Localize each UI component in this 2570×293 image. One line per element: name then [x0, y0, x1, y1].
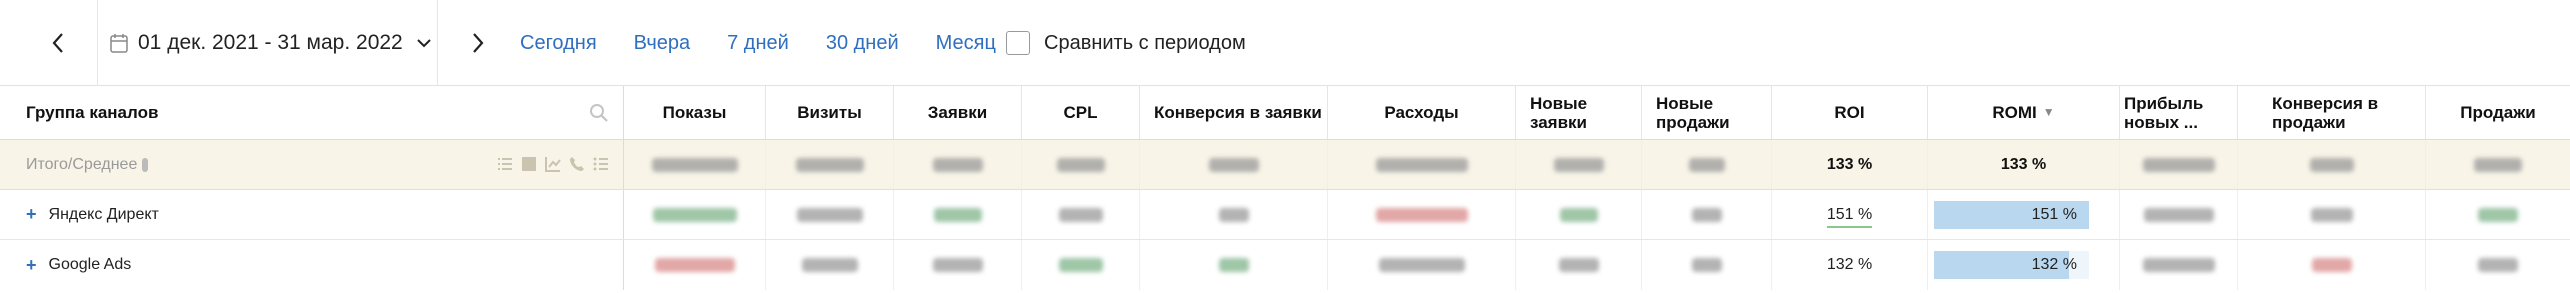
- cell-new-requests: [1516, 240, 1642, 290]
- total-new-requests: [1516, 140, 1642, 189]
- cell-requests: [894, 190, 1022, 239]
- cell-conversion-requests: [1140, 240, 1328, 290]
- cell-visits: [766, 240, 894, 290]
- cell-new-sales: [1642, 240, 1772, 290]
- quick-period-links: Сегодня Вчера 7 дней 30 дней Месяц: [520, 0, 1033, 86]
- table-row-total: Итого/Среднее 133 % 133 %: [0, 140, 2570, 190]
- total-expenses: [1328, 140, 1516, 189]
- link-30-days[interactable]: 30 дней: [826, 32, 899, 55]
- header-new-sales[interactable]: Новые продажи: [1642, 86, 1772, 139]
- total-conversion-requests: [1140, 140, 1328, 189]
- channels-table: Группа каналов Показы Визиты Заявки CPL …: [0, 86, 2570, 293]
- total-shows: [624, 140, 766, 189]
- total-conversion-sales: [2238, 140, 2426, 189]
- date-range-text: 01 дек. 2021 - 31 мар. 2022: [138, 31, 403, 54]
- paperclip-icon: [142, 157, 149, 172]
- link-7-days[interactable]: 7 дней: [727, 32, 789, 55]
- cell-roi: 132 %: [1772, 240, 1928, 290]
- total-cpl: [1022, 140, 1140, 189]
- cell-requests: [894, 240, 1022, 290]
- expand-row-button[interactable]: +: [26, 255, 37, 276]
- header-expenses[interactable]: Расходы: [1328, 86, 1516, 139]
- total-profit-new: [2120, 140, 2238, 189]
- channel-name-cell: + Google Ads: [0, 240, 624, 290]
- calendar-icon: [110, 34, 128, 53]
- compare-period-toggle[interactable]: Сравнить с периодом: [1006, 0, 1246, 86]
- header-requests[interactable]: Заявки: [894, 86, 1022, 139]
- cell-conversion-requests: [1140, 190, 1328, 239]
- cell-profit-new: [2120, 190, 2238, 239]
- cell-conversion-sales: [2238, 190, 2426, 239]
- link-today[interactable]: Сегодня: [520, 32, 597, 55]
- cell-new-sales: [1642, 190, 1772, 239]
- link-yesterday[interactable]: Вчера: [634, 32, 690, 55]
- total-roi: 133 %: [1772, 140, 1928, 189]
- chevron-left-icon: [52, 33, 63, 53]
- table-header: Группа каналов Показы Визиты Заявки CPL …: [0, 86, 2570, 140]
- cell-romi: 151 %: [1928, 190, 2120, 239]
- header-conversion-requests[interactable]: Конверсия в заявки: [1140, 86, 1328, 139]
- cell-cpl: [1022, 190, 1140, 239]
- expand-row-button[interactable]: +: [26, 204, 37, 225]
- channel-name: Google Ads: [48, 256, 132, 273]
- checklist-icon[interactable]: [593, 156, 609, 172]
- header-visits[interactable]: Визиты: [766, 86, 894, 139]
- compare-checkbox[interactable]: [1006, 31, 1030, 55]
- total-sales: [2426, 140, 2570, 189]
- header-romi[interactable]: ROMI ▼: [1928, 86, 2120, 139]
- date-range-picker[interactable]: 01 дек. 2021 - 31 мар. 2022: [98, 0, 438, 86]
- cell-romi: 132 %: [1928, 240, 2120, 290]
- header-new-requests[interactable]: Новые заявки: [1516, 86, 1642, 139]
- total-romi: 133 %: [1928, 140, 2120, 189]
- header-roi[interactable]: ROI: [1772, 86, 1928, 139]
- header-cpl[interactable]: CPL: [1022, 86, 1140, 139]
- chevron-down-icon: [417, 39, 431, 48]
- search-icon[interactable]: [589, 103, 609, 123]
- next-period-button[interactable]: [438, 0, 518, 86]
- chevron-right-icon: [473, 33, 484, 53]
- total-new-sales: [1642, 140, 1772, 189]
- link-month[interactable]: Месяц: [936, 32, 996, 55]
- channel-name: Яндекс Директ: [48, 205, 159, 223]
- prev-period-button[interactable]: [18, 0, 98, 86]
- list-icon[interactable]: [497, 156, 513, 172]
- table-row[interactable]: + Яндекс Директ 151 % 151 %: [0, 190, 2570, 240]
- cell-new-requests: [1516, 190, 1642, 239]
- view-mode-icons: [497, 156, 609, 172]
- cell-roi: 151 %: [1772, 190, 1928, 239]
- cell-expenses: [1328, 190, 1516, 239]
- header-shows[interactable]: Показы: [624, 86, 766, 139]
- channel-name-cell: + Яндекс Директ: [0, 190, 624, 239]
- header-group-channels[interactable]: Группа каналов: [0, 86, 624, 139]
- cell-cpl: [1022, 240, 1140, 290]
- cell-conversion-sales: [2238, 240, 2426, 290]
- table-icon[interactable]: [521, 156, 537, 172]
- chart-icon[interactable]: [545, 156, 561, 172]
- sort-desc-icon: ▼: [2042, 105, 2055, 119]
- total-label-cell: Итого/Среднее: [0, 140, 624, 189]
- header-conversion-sales[interactable]: Конверсия в продажи: [2238, 86, 2426, 139]
- compare-label: Сравнить с периодом: [1044, 31, 1246, 54]
- table-row[interactable]: + Google Ads 132 % 132 %: [0, 240, 2570, 290]
- cell-shows: [624, 190, 766, 239]
- cell-shows: [624, 240, 766, 290]
- header-sales[interactable]: Продажи: [2426, 86, 2570, 139]
- total-requests: [894, 140, 1022, 189]
- total-visits: [766, 140, 894, 189]
- cell-visits: [766, 190, 894, 239]
- toolbar: 01 дек. 2021 - 31 мар. 2022 Сегодня Вчер…: [0, 0, 2570, 86]
- cell-sales: [2426, 240, 2570, 290]
- cell-profit-new: [2120, 240, 2238, 290]
- cell-sales: [2426, 190, 2570, 239]
- header-profit-new[interactable]: Прибыль новых ...: [2120, 86, 2238, 139]
- phone-icon[interactable]: [569, 156, 585, 172]
- cell-expenses: [1328, 240, 1516, 290]
